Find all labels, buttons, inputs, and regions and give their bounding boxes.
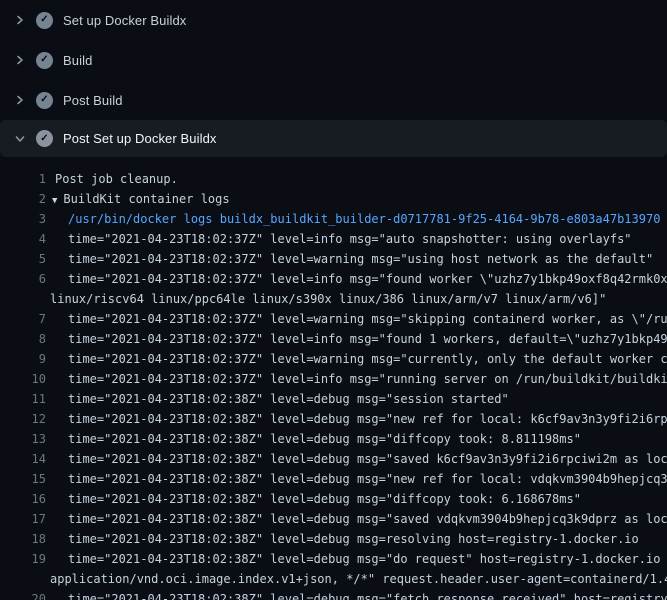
log-line-number[interactable]: 18 xyxy=(0,529,46,549)
log-line: 20 time="2021-04-23T18:02:38Z" level=deb… xyxy=(0,589,667,600)
log-line: 2 ▼ BuildKit container logs xyxy=(0,189,667,209)
log-group-row-text: ▼ BuildKit container logs xyxy=(50,189,230,209)
log-line-text: time="2021-04-23T18:02:37Z" level=warnin… xyxy=(50,249,653,269)
log-line-text: time="2021-04-23T18:02:37Z" level=warnin… xyxy=(50,309,667,329)
log-line-number xyxy=(0,289,46,309)
log-line-number[interactable]: 13 xyxy=(0,429,46,449)
log-line-number[interactable]: 14 xyxy=(0,449,46,469)
log-line-text: time="2021-04-23T18:02:38Z" level=debug … xyxy=(50,489,581,509)
log-line-text: time="2021-04-23T18:02:38Z" level=debug … xyxy=(50,509,667,529)
check-circle-icon: ✓ xyxy=(36,12,53,29)
log-line-text: time="2021-04-23T18:02:37Z" level=info m… xyxy=(50,229,632,249)
log-line: 15 time="2021-04-23T18:02:38Z" level=deb… xyxy=(0,469,667,489)
log-line: 11 time="2021-04-23T18:02:38Z" level=deb… xyxy=(0,389,667,409)
log-line-number[interactable]: 9 xyxy=(0,349,46,369)
chevron-down-icon xyxy=(12,131,28,147)
log-line-text: Post job cleanup. xyxy=(50,169,178,189)
step-label: Set up Docker Buildx xyxy=(63,13,186,28)
job-steps-list: ✓ Set up Docker Buildx ✓ Build ✓ Post Bu… xyxy=(0,0,667,157)
log-line-number xyxy=(0,569,46,589)
log-line-text: linux/riscv64 linux/ppc64le linux/s390x … xyxy=(50,289,606,309)
chevron-right-icon xyxy=(12,12,28,28)
step-header[interactable]: ✓ Set up Docker Buildx xyxy=(0,0,667,40)
step-label: Post Build xyxy=(63,93,123,108)
log-line: application/vnd.oci.image.index.v1+json,… xyxy=(0,569,667,589)
step-header[interactable]: ✓ Post Build xyxy=(0,80,667,120)
log-line-number[interactable]: 7 xyxy=(0,309,46,329)
log-line-text: application/vnd.oci.image.index.v1+json,… xyxy=(50,569,667,589)
log-line-text: time="2021-04-23T18:02:37Z" level=info m… xyxy=(50,269,667,289)
log-line-number[interactable]: 6 xyxy=(0,269,46,289)
log-line-number[interactable]: 15 xyxy=(0,469,46,489)
log-line-text: time="2021-04-23T18:02:38Z" level=debug … xyxy=(50,589,667,600)
log-line-number[interactable]: 8 xyxy=(0,329,46,349)
chevron-right-icon xyxy=(12,52,28,68)
log-line-number[interactable]: 16 xyxy=(0,489,46,509)
check-circle-icon: ✓ xyxy=(36,130,53,147)
check-circle-icon: ✓ xyxy=(36,92,53,109)
log-line-number[interactable]: 17 xyxy=(0,509,46,529)
log-line-text: time="2021-04-23T18:02:38Z" level=debug … xyxy=(50,389,509,409)
log-line: 3 /usr/bin/docker logs buildx_buildkit_b… xyxy=(0,209,667,229)
log-line: 16 time="2021-04-23T18:02:38Z" level=deb… xyxy=(0,489,667,509)
log-line: 17 time="2021-04-23T18:02:38Z" level=deb… xyxy=(0,509,667,529)
log-line-text: time="2021-04-23T18:02:38Z" level=debug … xyxy=(50,449,667,469)
log-line-text: time="2021-04-23T18:02:38Z" level=debug … xyxy=(50,429,581,449)
log-line-number[interactable]: 1 xyxy=(0,169,46,189)
log-line-number[interactable]: 5 xyxy=(0,249,46,269)
log-line-text: time="2021-04-23T18:02:38Z" level=debug … xyxy=(50,469,667,489)
collapse-triangle-icon[interactable]: ▼ xyxy=(52,191,57,211)
log-line-number[interactable]: 20 xyxy=(0,589,46,600)
log-line: 12 time="2021-04-23T18:02:38Z" level=deb… xyxy=(0,409,667,429)
log-line: 8 time="2021-04-23T18:02:37Z" level=info… xyxy=(0,329,667,349)
log-command-text: /usr/bin/docker logs buildx_buildkit_bui… xyxy=(50,209,660,229)
log-line-text: time="2021-04-23T18:02:38Z" level=debug … xyxy=(50,529,639,549)
step-label: Post Set up Docker Buildx xyxy=(63,131,217,146)
log-line-number[interactable]: 4 xyxy=(0,229,46,249)
log-line: linux/riscv64 linux/ppc64le linux/s390x … xyxy=(0,289,667,309)
chevron-right-icon xyxy=(12,92,28,108)
log-line-text: time="2021-04-23T18:02:37Z" level=info m… xyxy=(50,369,667,389)
log-line: 14 time="2021-04-23T18:02:38Z" level=deb… xyxy=(0,449,667,469)
log-line: 6 time="2021-04-23T18:02:37Z" level=info… xyxy=(0,269,667,289)
log-line-text: time="2021-04-23T18:02:37Z" level=warnin… xyxy=(50,349,667,369)
step-header[interactable]: ✓ Build xyxy=(0,40,667,80)
log-line: 1 Post job cleanup. xyxy=(0,169,667,189)
log-line: 5 time="2021-04-23T18:02:37Z" level=warn… xyxy=(0,249,667,269)
log-line-text: time="2021-04-23T18:02:38Z" level=debug … xyxy=(50,409,667,429)
log-line: 7 time="2021-04-23T18:02:37Z" level=warn… xyxy=(0,309,667,329)
log-line: 13 time="2021-04-23T18:02:38Z" level=deb… xyxy=(0,429,667,449)
log-group-label[interactable]: BuildKit container logs xyxy=(63,192,229,206)
log-line-number[interactable]: 19 xyxy=(0,549,46,569)
log-line-number[interactable]: 10 xyxy=(0,369,46,389)
step-header[interactable]: ✓ Post Set up Docker Buildx xyxy=(0,120,667,157)
log-line-text: time="2021-04-23T18:02:38Z" level=debug … xyxy=(50,549,667,569)
check-circle-icon: ✓ xyxy=(36,52,53,69)
log-line-number[interactable]: 2 xyxy=(0,189,46,209)
log-line-text: time="2021-04-23T18:02:37Z" level=info m… xyxy=(50,329,667,349)
log-line-number[interactable]: 11 xyxy=(0,389,46,409)
log-line-number[interactable]: 3 xyxy=(0,209,46,229)
log-line: 19 time="2021-04-23T18:02:38Z" level=deb… xyxy=(0,549,667,569)
log-output: 1 Post job cleanup. 2 ▼ BuildKit containe… xyxy=(0,157,667,600)
log-line: 4 time="2021-04-23T18:02:37Z" level=info… xyxy=(0,229,667,249)
log-line: 10 time="2021-04-23T18:02:37Z" level=inf… xyxy=(0,369,667,389)
log-line: 9 time="2021-04-23T18:02:37Z" level=warn… xyxy=(0,349,667,369)
step-label: Build xyxy=(63,53,92,68)
log-line: 18 time="2021-04-23T18:02:38Z" level=deb… xyxy=(0,529,667,549)
log-line-number[interactable]: 12 xyxy=(0,409,46,429)
